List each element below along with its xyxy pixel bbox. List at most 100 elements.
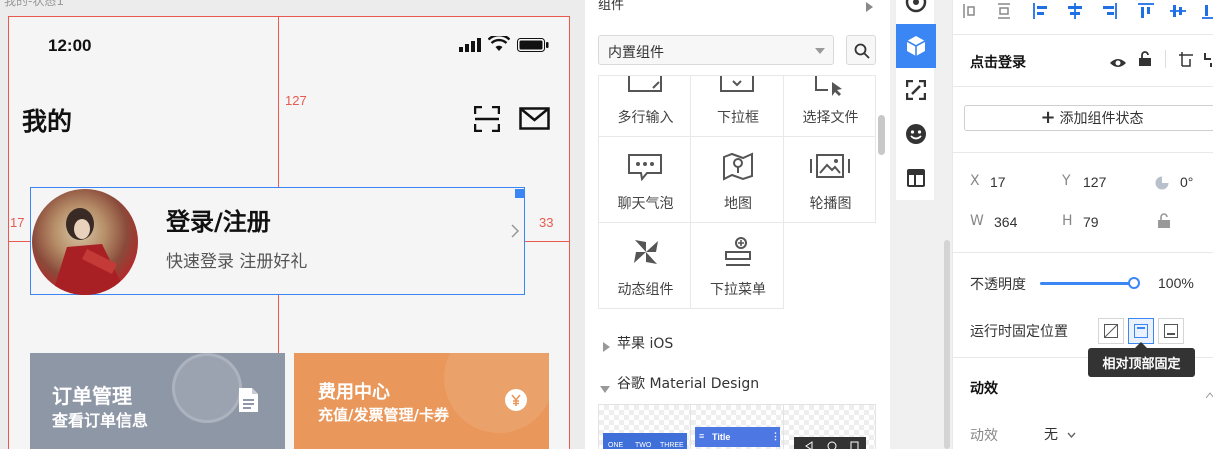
more-vertical-icon: ⋮ [771, 431, 780, 441]
material-navbar-thumb[interactable] [783, 404, 876, 449]
h-label: H [1062, 213, 1073, 229]
aspect-lock-icon[interactable] [1158, 213, 1170, 233]
component-item-label: 多行输入 [617, 110, 674, 126]
tooltip: 相对顶部固定 [1088, 348, 1195, 377]
y-label: Y [1062, 173, 1071, 189]
order-card-title: 订单管理 [52, 384, 132, 408]
divider [952, 34, 1213, 35]
thumb-tab-two: TWO [635, 442, 652, 449]
h-input[interactable]: 79 [1083, 214, 1099, 230]
login-title: 登录/注册 [166, 208, 271, 236]
component-item-dropdown-menu[interactable]: 下拉菜单 [690, 222, 784, 309]
opacity-value[interactable]: 100% [1158, 275, 1194, 291]
mail-icon[interactable] [519, 107, 551, 135]
status-time: 12:00 [48, 36, 92, 55]
add-component-state-button[interactable]: + 添加组件状态 [964, 105, 1213, 131]
component-library-value: 内置组件 [608, 45, 664, 61]
w-input[interactable]: 364 [994, 214, 1017, 230]
scan-icon[interactable] [473, 105, 501, 136]
pin-bottom-icon [1164, 324, 1178, 338]
guide-right [525, 241, 570, 242]
page-state-tab[interactable]: 我的-状态1 [4, 0, 64, 9]
component-item-label: 动态组件 [617, 282, 674, 298]
guide-vertical-top [278, 16, 279, 188]
divider [952, 252, 1213, 253]
component-item-label: 选择文件 [802, 110, 859, 126]
signal-icon [459, 37, 483, 56]
component-item-label: 下拉框 [717, 110, 759, 126]
material-tabs-thumb[interactable]: ONE TWO THREE [598, 404, 691, 449]
avatar[interactable] [32, 189, 138, 295]
guide-left [8, 241, 30, 242]
component-item-dynamic[interactable]: 动态组件 [598, 222, 691, 309]
x-input[interactable]: 17 [990, 174, 1006, 190]
yen-icon [505, 389, 527, 415]
component-library-select[interactable]: 内置组件 [598, 35, 834, 65]
caret-down-icon [600, 378, 610, 397]
group-material[interactable]: 谷歌 Material Design [617, 373, 759, 393]
guide-right-value: 33 [539, 215, 554, 230]
rotation-icon [1155, 175, 1169, 194]
cube-icon[interactable] [896, 24, 936, 68]
pin-bottom-button[interactable] [1158, 318, 1184, 344]
page-state-label: 我的-状态1 [4, 0, 64, 8]
chevron-down-icon [815, 48, 825, 54]
order-card-subtitle: 查看订单信息 [52, 411, 149, 430]
pinwheel-icon [634, 240, 658, 264]
unlock-icon[interactable] [1138, 51, 1152, 71]
emoji-icon[interactable] [896, 112, 936, 156]
guide-top-value: 127 [285, 93, 307, 108]
plus-icon: + [1040, 107, 1056, 128]
collapse-icon[interactable] [1205, 383, 1213, 402]
component-search-button[interactable] [846, 35, 876, 65]
login-subtitle: 快速登录 注册好礼 [166, 252, 308, 272]
thumb-tab-three: THREE [660, 442, 684, 449]
component-item-map[interactable]: 地图 [690, 136, 784, 223]
animation-section-title: 动效 [970, 381, 998, 397]
divider [952, 86, 1213, 87]
material-toolbar-thumb[interactable]: ≡ Title ⋮ [690, 404, 784, 449]
panel-expand-icon[interactable] [866, 0, 874, 16]
component-item-label: 地图 [724, 196, 752, 212]
x-label: X [970, 173, 980, 189]
menu-icon: ≡ [699, 431, 705, 441]
animation-select[interactable]: 无 [1044, 424, 1076, 444]
canvas-scrollbar[interactable] [944, 240, 950, 449]
pin-top-button[interactable] [1128, 318, 1154, 344]
y-input[interactable]: 127 [1083, 174, 1106, 190]
animation-value: 无 [1044, 426, 1058, 442]
component-item-textarea[interactable]: 多行输入 [598, 75, 691, 137]
group-ios[interactable]: 苹果 iOS [617, 333, 673, 353]
wifi-icon [487, 34, 511, 56]
component-item-file-select[interactable]: 选择文件 [783, 75, 876, 137]
billing-card-title: 费用中心 [318, 382, 390, 403]
target-icon[interactable] [896, 0, 936, 24]
search-icon [854, 43, 870, 59]
guide-left-value: 17 [10, 215, 25, 230]
dropdown-icon [720, 76, 754, 92]
eye-icon[interactable] [1109, 54, 1127, 73]
pin-none-button[interactable] [1098, 318, 1124, 344]
component-item-chat-bubble[interactable]: 聊天气泡 [598, 136, 691, 223]
dropdown-menu-icon [725, 237, 751, 266]
tool-strip [895, 0, 936, 200]
component-panel-scrollbar[interactable] [878, 115, 885, 155]
layout-icon[interactable] [896, 156, 936, 200]
resize-frame-icon[interactable] [1178, 51, 1213, 73]
opacity-slider-track[interactable] [1040, 282, 1134, 285]
component-name[interactable]: 点击登录 [970, 52, 1026, 72]
map-icon [723, 152, 753, 181]
opacity-slider-fill [1040, 282, 1134, 285]
component-item-dropdown[interactable]: 下拉框 [690, 75, 784, 137]
rotation-input[interactable]: 0° [1180, 174, 1193, 190]
caret-right-icon [603, 337, 610, 356]
align-toolbar [962, 2, 1213, 24]
no-pin-icon [1104, 324, 1118, 338]
animation-label: 动效 [970, 428, 998, 444]
file-select-icon [815, 76, 842, 96]
scan-frame-icon[interactable] [896, 68, 936, 112]
opacity-slider-knob[interactable] [1128, 277, 1140, 289]
component-item-carousel[interactable]: 轮播图 [783, 136, 876, 223]
divider [1165, 50, 1166, 68]
component-item-label: 轮播图 [809, 196, 852, 212]
